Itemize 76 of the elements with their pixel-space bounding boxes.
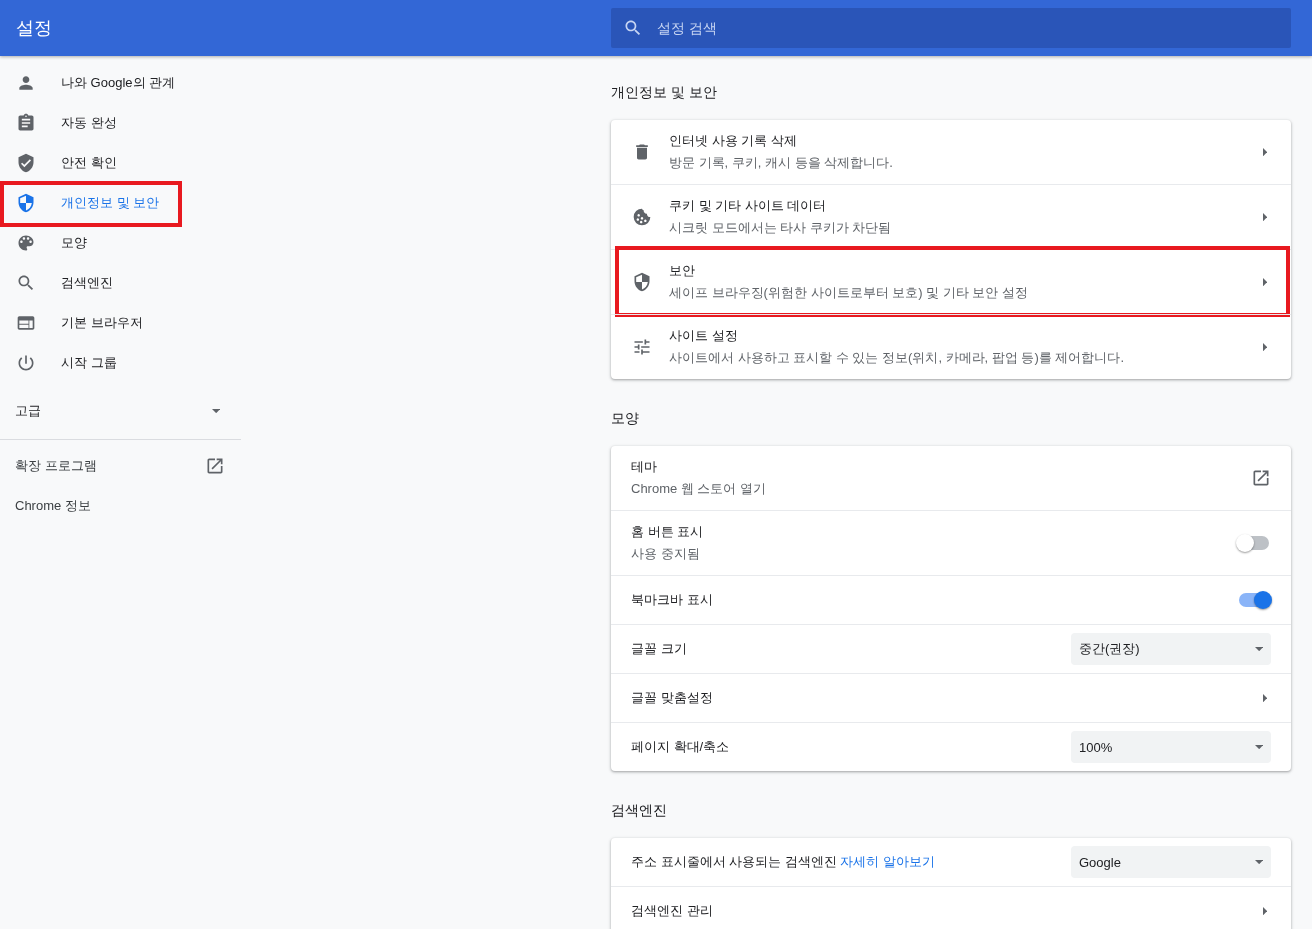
sliders-icon [632,337,652,357]
settings-row[interactable]: 보안 세이프 브라우징(위험한 사이트로부터 보호) 및 기타 보안 설정 [611,249,1291,314]
row-title: 글꼴 맞춤설정 [631,689,714,707]
advanced-toggle[interactable]: 고급 [0,387,241,435]
settings-row[interactable]: 북마크바 표시 [611,575,1291,624]
sidebar-item[interactable]: 시작 그룹 [0,343,241,383]
sidebar-item[interactable]: 기본 브라우저 [0,303,241,343]
page-title: 설정 [15,17,53,40]
external-link-icon[interactable] [1251,468,1271,488]
search-icon [623,18,643,38]
settings-row[interactable]: 인터넷 사용 기록 삭제 방문 기록, 쿠키, 캐시 등을 삭제합니다. [611,120,1291,184]
search-field[interactable]: 설정 검색 [611,8,1291,48]
row-subtitle: 세이프 브라우징(위험한 사이트로부터 보호) 및 기타 보안 설정 [669,284,1029,302]
row-subtitle: Chrome 웹 스토어 열기 [631,480,768,498]
chevron-right-icon [1262,212,1267,222]
row-subtitle: 방문 기록, 쿠키, 캐시 등을 삭제합니다. [669,154,894,172]
dropdown-value: Google [1079,854,1121,870]
row-title: 글꼴 크기 [631,640,688,658]
settings-row[interactable]: 주소 표시줄에서 사용되는 검색엔진 자세히 알아보기 Google [611,838,1291,886]
shield-icon [16,193,36,213]
learn-more-link[interactable]: 자세히 알아보기 [840,854,936,869]
row-title: 사이트 설정 [669,327,739,345]
caret-icon [211,408,220,414]
sidebar-item[interactable]: 개인정보 및 보안 [0,183,241,223]
sidebar-item[interactable]: 모양 [0,223,241,263]
sidebar-item[interactable]: 검색엔진 [0,263,241,303]
settings-row[interactable]: 검색엔진 관리 [611,886,1291,929]
dropdown[interactable]: 100% [1071,731,1271,763]
row-title: 검색엔진 관리 [631,902,714,920]
settings-row[interactable]: 사이트 설정 사이트에서 사용하고 표시할 수 있는 정보(위치, 카메라, 팝업 등)를 제어합니다. [611,314,1291,379]
settings-row[interactable]: 페이지 확대/축소 100% [611,722,1291,771]
row-title: 보안 [669,262,696,280]
row-title: 테마 [631,458,658,476]
dropdown-value: 100% [1079,739,1113,755]
row-title: 북마크바 표시 [631,591,714,609]
shield-icon [632,272,652,292]
sidebar-item[interactable]: 나와 Google의 관계 [0,63,241,103]
sidebar-link[interactable]: Chrome 정보 [15,497,91,515]
row-subtitle: 사용 중지됨 [631,545,701,563]
chevron-right-icon [1262,342,1267,352]
power-icon [16,353,36,373]
palette-icon [16,233,36,253]
dropdown-caret-icon [1254,859,1263,865]
sidebar-item[interactable]: 자동 완성 [0,103,241,143]
row-title: 주소 표시줄에서 사용되는 검색엔진 자세히 알아보기 [631,853,937,871]
shield-check-icon [16,153,36,173]
dropdown-caret-icon [1254,646,1263,652]
row-title: 쿠키 및 기타 사이트 데이터 [669,197,828,215]
section-title: 개인정보 및 보안 [611,83,718,102]
row-title: 페이지 확대/축소 [631,738,731,756]
dropdown-value: 중간(권장) [1079,640,1140,658]
sidebar-link[interactable]: 확장 프로그램 [15,457,97,475]
settings-row[interactable]: 홈 버튼 표시 사용 중지됨 [611,510,1291,575]
clipboard-icon [16,113,36,133]
dropdown[interactable]: Google [1071,846,1271,878]
row-subtitle: 사이트에서 사용하고 표시할 수 있는 정보(위치, 카메라, 팝업 등)를 제어합니다. [669,349,1125,367]
browser-window-icon [16,313,36,333]
settings-row[interactable]: 글꼴 크기 중간(권장) [611,624,1291,673]
sidebar-item[interactable]: 안전 확인 [0,143,241,183]
row-title: 인터넷 사용 기록 삭제 [669,132,798,150]
section-title: 모양 [611,409,640,428]
external-link-icon[interactable] [205,456,225,476]
section-title: 검색엔진 [611,801,668,820]
chevron-right-icon [1262,906,1267,916]
row-subtitle: 시크릿 모드에서는 타사 쿠키가 차단됨 [669,219,893,237]
dropdown[interactable]: 중간(권장) [1071,633,1271,665]
chevron-right-icon [1262,277,1267,287]
settings-row[interactable]: 글꼴 맞춤설정 [611,673,1291,722]
search-icon [16,273,36,293]
dropdown-caret-icon [1254,744,1263,750]
chevron-right-icon [1262,147,1267,157]
cookie-icon [632,207,652,227]
settings-row[interactable]: 쿠키 및 기타 사이트 데이터 시크릿 모드에서는 타사 쿠키가 차단됨 [611,184,1291,249]
settings-row[interactable]: 테마 Chrome 웹 스토어 열기 [611,446,1291,510]
row-title: 홈 버튼 표시 [631,523,705,541]
chevron-right-icon [1262,693,1267,703]
